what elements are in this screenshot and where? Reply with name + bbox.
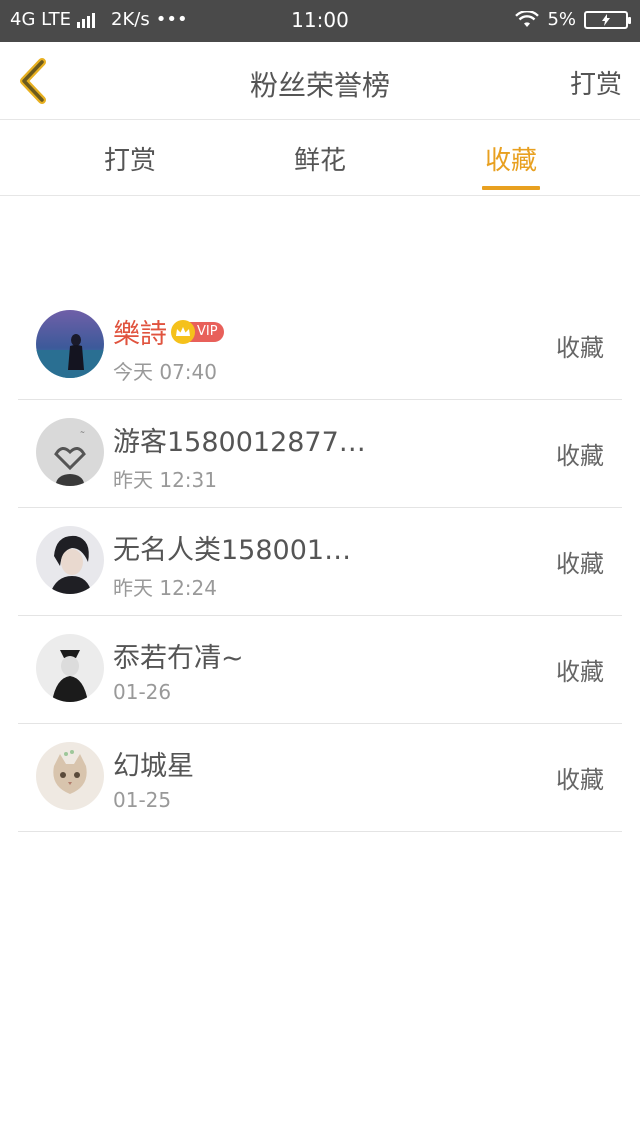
name-line: 樂詩 VIP [113,312,224,351]
battery-percent: 5% [547,9,576,30]
list-item[interactable]: 幻城星 01-25 收藏 [18,724,622,832]
reward-button[interactable]: 打赏 [570,64,622,101]
avatar [36,526,104,594]
list-item[interactable]: 樂詩 VIP 今天 07:40 收藏 [18,292,622,400]
nav-bar: 粉丝荣誉榜 打赏 [0,42,640,120]
tab-reward[interactable]: 打赏 [70,140,190,177]
item-action-label: 收藏 [556,658,604,686]
vip-badge: VIP [171,319,224,344]
user-name: 樂詩 [113,319,167,350]
user-name: 无名人类158001… [113,535,352,566]
item-time: 01-26 [113,680,172,704]
item-action-label: 收藏 [556,766,604,794]
tab-active-indicator [482,186,540,190]
name-line: 幻城星 [113,744,194,783]
tab-flowers[interactable]: 鲜花 [260,140,380,177]
item-time: 01-25 [113,788,172,812]
list-item[interactable]: 无名人类158001… 昨天 12:24 收藏 [18,508,622,616]
list-item[interactable]: ~ 游客1580012877… 昨天 12:31 收藏 [18,400,622,508]
avatar [36,742,104,810]
name-line: 无名人类158001… [113,528,351,567]
wifi-icon [515,10,540,27]
user-name: 游客1580012877… [113,427,366,458]
avatar [36,310,104,378]
status-bar: 4G LTE 2K/s ••• 11:00 5% [0,0,640,42]
avatar: ~ [36,418,104,486]
list-item[interactable]: 忝若冇凊~ 01-26 收藏 [18,616,622,724]
tab-bar: 打赏 鲜花 收藏 [0,120,640,196]
user-name: 忝若冇凊~ [113,643,244,674]
item-time: 昨天 12:31 [113,468,217,492]
item-time: 昨天 12:24 [113,576,217,600]
tab-favorites[interactable]: 收藏 [451,140,571,177]
user-name: 幻城星 [113,751,194,782]
item-action-label: 收藏 [556,334,604,362]
page-title: 粉丝荣誉榜 [249,69,390,102]
item-time: 今天 07:40 [113,360,217,384]
svg-text:~: ~ [80,429,85,436]
crown-icon [171,319,195,344]
name-line: 忝若冇凊~ [113,636,244,675]
item-action-label: 收藏 [556,550,604,578]
avatar [36,634,104,702]
item-action-label: 收藏 [556,442,604,470]
charging-bolt-icon [602,13,610,26]
fan-list: 樂詩 VIP 今天 07:40 收藏 ~ 游客1580012877… 昨天 12… [18,292,622,832]
battery-icon [584,10,631,29]
status-right: 5% [515,9,631,30]
name-line: 游客1580012877… [113,420,366,459]
